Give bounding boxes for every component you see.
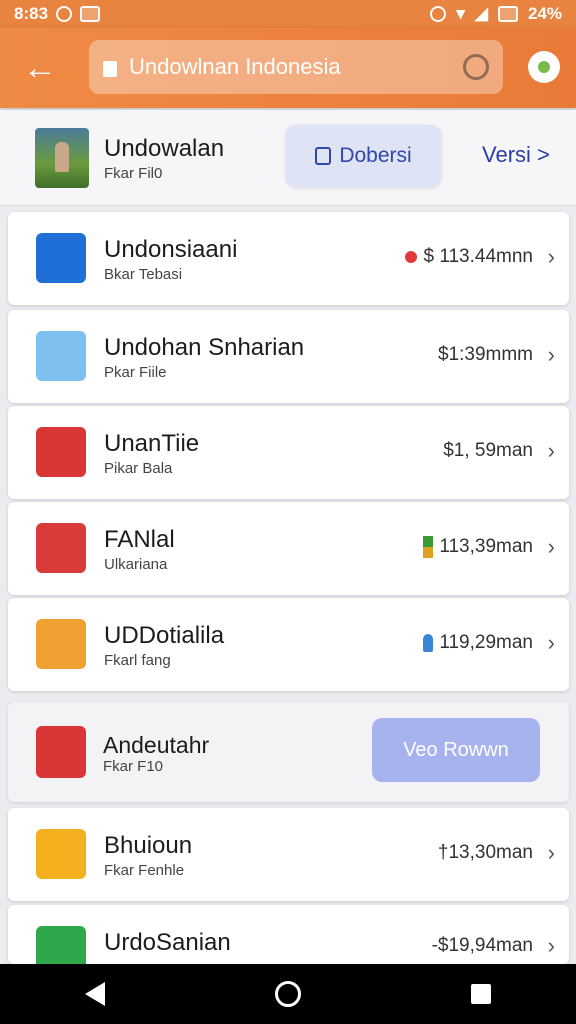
folder-icon	[36, 619, 86, 669]
featured-subtitle: Fkar Fil0	[104, 165, 163, 182]
nav-home-icon[interactable]	[275, 981, 301, 1007]
item-price: -$19,94man	[431, 935, 533, 956]
chevron-right-icon: ›	[547, 342, 555, 367]
nav-back-icon[interactable]	[85, 982, 105, 1006]
item-subtitle: Fkar Fenhle	[104, 862, 185, 879]
item-name: UrdoSanian	[104, 929, 231, 956]
featured-item-name: Andeutahr	[103, 732, 210, 758]
lock-icon	[103, 61, 117, 77]
featured-header: Undowalan Fkar Fil0 Dobersi Versi >	[0, 110, 576, 206]
notes-icon	[36, 726, 86, 778]
brush-icon	[36, 331, 86, 381]
item-price: 119,29man	[423, 632, 533, 654]
list-item[interactable]: Bhuioun Fkar Fenhle †13,30man ›	[8, 808, 569, 901]
app-icon-blue	[36, 233, 86, 283]
status-time: 8:83	[14, 4, 49, 23]
pin-icon	[423, 634, 434, 652]
item-subtitle: Ulkariana	[104, 556, 168, 573]
clipboard-icon	[315, 147, 332, 165]
signal-icon: ◢	[474, 4, 488, 23]
item-subtitle: Pikar Bala	[104, 460, 173, 477]
document-icon	[36, 523, 86, 573]
item-price: †13,30man	[437, 842, 533, 863]
item-subtitle: Bkar Tebasi	[104, 266, 183, 283]
battery-level: 24%	[527, 4, 562, 23]
item-price-text: $ 113.44mnn	[423, 246, 533, 267]
list-item[interactable]: UrdoSanian -$19,94man ›	[8, 905, 569, 964]
chevron-right-icon: ›	[547, 438, 555, 463]
item-price: $1, 59man	[443, 440, 533, 461]
list-item[interactable]: Undonsiaani Bkar Tebasi $ 113.44mnn ›	[8, 212, 569, 305]
status-dot-icon	[405, 251, 418, 263]
item-name: UDDotialila	[104, 622, 225, 649]
battery-icon	[497, 6, 518, 22]
app-bar: ← Undowlnan Indonesia	[0, 28, 576, 108]
chevron-right-icon: ›	[547, 534, 555, 559]
view-download-button[interactable]: Veo Rowwn	[372, 718, 540, 782]
featured-item-subtitle: Fkar F10	[103, 758, 164, 775]
item-price: $ 113.44mnn	[405, 246, 533, 268]
featured-thumbnail	[35, 128, 89, 188]
item-name: UnanTiie	[104, 430, 200, 457]
chevron-right-icon: ›	[547, 933, 555, 958]
featured-item[interactable]: Andeutahr Fkar F10 Veo Rowwn	[8, 702, 569, 802]
back-arrow-icon[interactable]: ←	[0, 28, 80, 108]
item-subtitle: Fkarl fang	[104, 652, 171, 669]
list-item[interactable]: FANlal Ulkariana 113,39man ›	[8, 502, 569, 595]
sync-icon	[56, 6, 73, 22]
featured-action-button[interactable]: Dobersi	[286, 125, 441, 187]
item-price: $1:39mmm	[437, 344, 533, 365]
item-price-text: 119,29man	[439, 632, 533, 653]
item-name: Bhuioun	[104, 832, 193, 859]
navigation-bar	[0, 964, 576, 1024]
search-bar[interactable]: Undowlnan Indonesia	[89, 40, 503, 94]
list-item[interactable]: UDDotialila Fkarl fang 119,29man ›	[8, 598, 569, 691]
settings-icon[interactable]	[528, 51, 560, 83]
sheet-icon	[36, 926, 86, 964]
item-subtitle: Pkar Fiile	[104, 364, 167, 381]
file-edit-icon	[36, 427, 86, 477]
item-price-text: 113,39man	[439, 536, 533, 557]
item-price: 113,39man	[423, 536, 533, 558]
item-name: FANlal	[104, 526, 175, 553]
list-item[interactable]: UnanTiie Pikar Bala $1, 59man ›	[8, 406, 569, 499]
list-item[interactable]: Undohan Snharian Pkar Fiile $1:39mmm ›	[8, 310, 569, 403]
chevron-right-icon: ›	[547, 244, 555, 269]
alarm-icon	[430, 6, 447, 22]
featured-action-label: Dobersi	[339, 144, 412, 167]
notification-icon	[80, 6, 101, 22]
timer-icon[interactable]	[463, 54, 489, 80]
item-name: Undohan Snharian	[104, 334, 305, 361]
status-bar-icon	[423, 536, 434, 558]
version-link[interactable]: Versi >	[482, 142, 550, 168]
item-name: Undonsiaani	[104, 236, 238, 263]
wifi-icon: ▾	[456, 4, 465, 23]
nav-recents-icon[interactable]	[471, 984, 491, 1004]
search-text: Undowlnan Indonesia	[129, 54, 341, 79]
chevron-right-icon: ›	[547, 840, 555, 865]
play-icon	[36, 829, 86, 879]
status-bar: 8:83 ▾ ◢ 24%	[0, 0, 576, 28]
chevron-right-icon: ›	[547, 630, 555, 655]
featured-title: Undowalan	[104, 135, 225, 162]
